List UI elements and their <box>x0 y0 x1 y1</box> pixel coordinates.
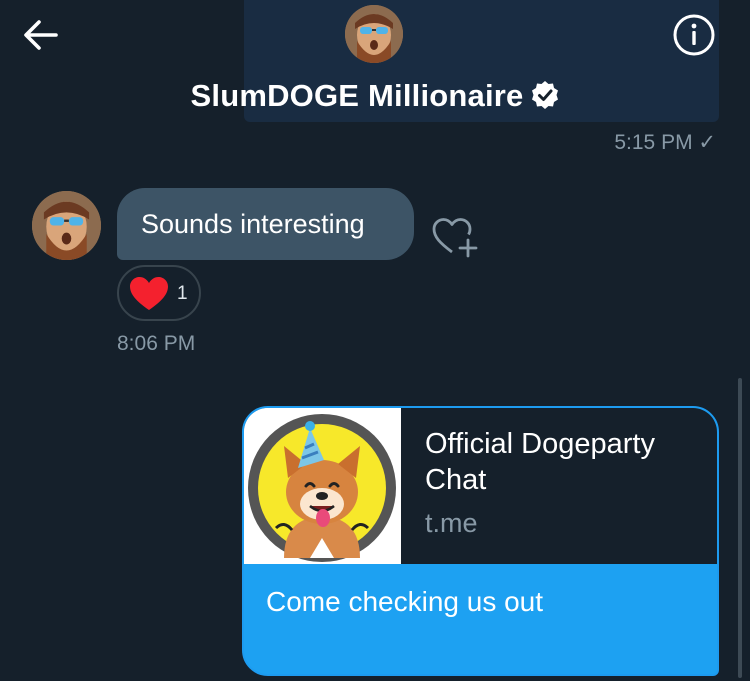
link-preview[interactable]: Official Dogeparty Chat t.me <box>244 408 717 564</box>
link-thumbnail <box>244 408 401 564</box>
arrow-left-icon <box>24 20 58 50</box>
sender-avatar[interactable] <box>32 191 101 260</box>
link-title: Official Dogeparty Chat <box>425 428 655 496</box>
heart-icon <box>130 277 168 310</box>
back-button[interactable] <box>20 14 62 56</box>
message-text: Sounds interesting <box>141 209 365 239</box>
add-reaction-button[interactable] <box>430 214 480 260</box>
scrollbar[interactable] <box>738 378 742 678</box>
header-avatar[interactable] <box>345 5 403 63</box>
info-circle-icon <box>673 14 715 56</box>
reaction-count: 1 <box>177 283 188 304</box>
profile-photo <box>345 5 403 63</box>
link-domain: t.me <box>425 508 478 538</box>
outgoing-message-text: Come checking us out <box>266 586 544 617</box>
reaction-badge[interactable]: 1 <box>117 265 201 321</box>
incoming-timestamp: 8:06 PM <box>117 332 196 355</box>
incoming-message-bubble[interactable]: Sounds interesting <box>117 188 414 260</box>
info-button[interactable] <box>671 12 717 58</box>
sent-timestamp: 5:15 PM ✓ <box>614 131 716 154</box>
dogeparty-logo <box>244 408 401 564</box>
verified-badge-icon <box>531 81 558 109</box>
heart-plus-icon <box>432 218 478 258</box>
conversation-title[interactable]: SlumDOGE Millionaire <box>0 78 750 114</box>
conversation-screen: SlumDOGE Millionaire 5:15 PM ✓ Sounds in… <box>0 0 750 681</box>
contact-name: SlumDOGE Millionaire <box>190 78 524 113</box>
profile-photo <box>32 191 101 260</box>
outgoing-link-message[interactable]: Official Dogeparty Chat t.me Come checki… <box>242 406 719 676</box>
